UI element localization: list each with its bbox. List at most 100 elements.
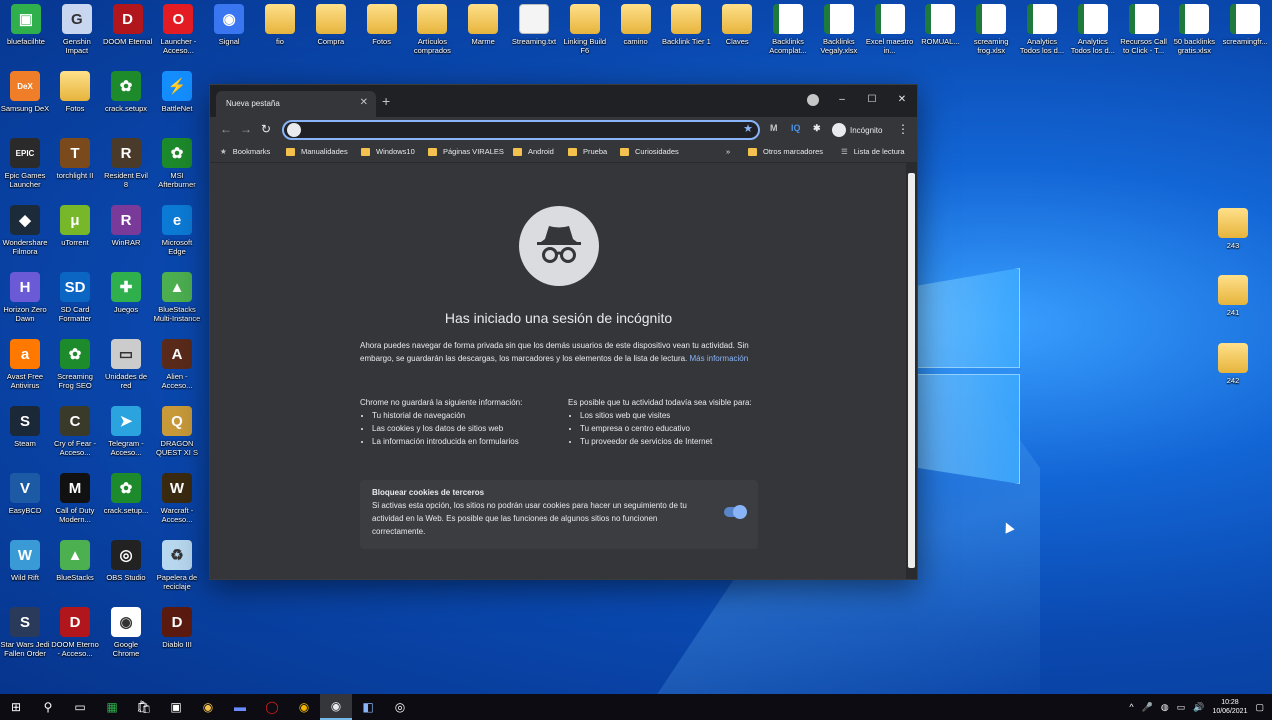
app-taskbar-icon[interactable]: ◧ xyxy=(352,694,384,720)
reload-button[interactable]: ↻ xyxy=(261,122,271,136)
desktop-icon[interactable]: Artículos comprados xyxy=(407,4,457,55)
excel-taskbar-icon[interactable]: ▦ xyxy=(96,694,128,720)
minimize-button[interactable]: – xyxy=(827,94,857,105)
desktop-icon[interactable]: Backlinks Acomplat... xyxy=(763,4,813,55)
desktop-icon[interactable]: e Microsoft Edge xyxy=(152,205,202,256)
desktop-icon[interactable]: M Call of Duty Modern... xyxy=(50,473,100,524)
volume-icon[interactable]: 🔊 xyxy=(1193,702,1204,713)
opera-taskbar-icon[interactable]: ◯ xyxy=(256,694,288,720)
menu-icon[interactable]: ⋮ xyxy=(897,122,909,136)
incognito-profile-button[interactable]: Incógnito xyxy=(830,121,888,139)
address-input[interactable] xyxy=(306,123,726,137)
desktop-icon[interactable]: 50 backlinks gratis.xlsx xyxy=(1169,4,1219,55)
chrome-incognito-taskbar-icon[interactable]: ◉ xyxy=(320,694,352,720)
desktop-icon[interactable]: Analytics Todos los d... xyxy=(1068,4,1118,55)
close-window-button[interactable]: ✕ xyxy=(887,94,917,105)
extension-iq-icon[interactable]: IQ xyxy=(791,123,801,133)
store-taskbar-icon[interactable]: 🛍 xyxy=(128,694,160,720)
desktop-icon[interactable]: S Steam xyxy=(0,406,50,448)
tab-close-icon[interactable]: ✕ xyxy=(360,97,368,108)
desktop-icon[interactable]: D Diablo III xyxy=(152,607,202,649)
desktop-icon[interactable]: Analytics Todos los d... xyxy=(1017,4,1067,55)
desktop-icon[interactable]: ✿ crack.setupx xyxy=(101,71,151,113)
desktop-icon[interactable]: Claves xyxy=(712,4,762,46)
new-tab-button[interactable]: + xyxy=(382,93,390,109)
forward-button[interactable]: → xyxy=(240,122,252,136)
desktop-icon[interactable]: camino xyxy=(611,4,661,46)
bookmark-folder[interactable]: Android xyxy=(513,147,554,156)
desktop-icon[interactable]: D DOOM Eterno - Acceso... xyxy=(50,607,100,658)
search-icon[interactable]: ⚲ xyxy=(32,694,64,720)
desktop-icon[interactable]: ◆ Wondershare Filmora xyxy=(0,205,50,256)
notifications-icon[interactable]: ▢ xyxy=(1255,702,1264,713)
bookmark-star-icon[interactable]: ★ xyxy=(743,122,753,135)
chrome-taskbar-icon[interactable]: ◉ xyxy=(192,694,224,720)
app-taskbar-icon[interactable]: ▣ xyxy=(160,694,192,720)
block-cookies-toggle[interactable] xyxy=(724,505,747,519)
desktop-icon[interactable]: C Cry of Fear - Acceso... xyxy=(50,406,100,457)
desktop-icon[interactable]: a Avast Free Antivirus xyxy=(0,339,50,390)
desktop-icon[interactable]: ▣ bluefacilhte xyxy=(1,4,51,46)
desktop-icon[interactable]: H Horizon Zero Dawn xyxy=(0,272,50,323)
desktop-icon[interactable]: ✿ MSI Afterburner xyxy=(152,138,202,189)
desktop-icon[interactable]: W Warcraft - Acceso... xyxy=(152,473,202,524)
desktop-icon[interactable]: ◉ Signal xyxy=(204,4,254,46)
other-bookmarks[interactable]: Otros marcadores xyxy=(748,147,823,156)
back-button[interactable]: ← xyxy=(220,122,232,136)
network-icon[interactable]: ◍ xyxy=(1161,702,1169,713)
desktop-icon[interactable]: Recursos Call to Click - T... xyxy=(1119,4,1169,55)
chrome-canary-taskbar-icon[interactable]: ◉ xyxy=(288,694,320,720)
bookmark-folder[interactable]: Prueba xyxy=(568,147,607,156)
desktop-icon[interactable]: R WinRAR xyxy=(101,205,151,247)
page-scrollbar[interactable] xyxy=(906,163,917,579)
keyboard-icon[interactable]: ▭ xyxy=(1177,702,1186,713)
bookmarks-overflow-button[interactable]: » xyxy=(726,147,730,156)
tab-new-tab[interactable]: Nueva pestaña ✕ xyxy=(216,91,376,117)
desktop-icon[interactable]: ✿ crack.setup... xyxy=(101,473,151,515)
desktop-icon[interactable]: V EasyBCD xyxy=(0,473,50,515)
desktop-icon[interactable]: S Star Wars Jedi Fallen Order xyxy=(0,607,50,658)
desktop-icon[interactable]: W Wild Rift xyxy=(0,540,50,582)
extensions-puzzle-icon[interactable]: ✱ xyxy=(813,123,821,134)
tray-chevron-icon[interactable]: ^ xyxy=(1129,702,1133,712)
desktop-icon[interactable]: ⚡ BattleNet xyxy=(152,71,202,113)
desktop-icon[interactable]: ROMUAL... xyxy=(915,4,965,46)
address-bar[interactable]: ★ xyxy=(282,120,760,140)
desktop-icon[interactable]: ✚ Juegos xyxy=(101,272,151,314)
reading-list[interactable]: ☰ Lista de lectura xyxy=(841,147,905,156)
desktop-icon[interactable]: DeX Samsung DeX xyxy=(0,71,50,113)
desktop-icon[interactable]: Q DRAGON QUEST XI S xyxy=(152,406,202,457)
microphone-icon[interactable]: 🎤 xyxy=(1142,702,1153,713)
desktop-icon[interactable]: R Resident Evil 8 xyxy=(101,138,151,189)
desktop-icon[interactable]: Excel maestro in... xyxy=(865,4,915,55)
desktop-icon[interactable]: Linking Build F6 xyxy=(560,4,610,55)
desktop-icon[interactable]: Marme xyxy=(458,4,508,46)
desktop-icon[interactable]: D DOOM Eternal xyxy=(103,4,153,46)
desktop-icon[interactable]: G Genshin Impact xyxy=(52,4,102,55)
desktop-icon[interactable]: ▭ Unidades de red xyxy=(101,339,151,390)
desktop-icon[interactable]: Streaming.txt xyxy=(509,4,559,46)
desktop-icon[interactable]: Fotos xyxy=(50,71,100,113)
extension-m-icon[interactable]: M xyxy=(770,123,778,133)
desktop-icon[interactable]: fio xyxy=(255,4,305,46)
desktop-icon[interactable]: ◎ OBS Studio xyxy=(101,540,151,582)
start-button[interactable]: ⊞ xyxy=(0,694,32,720)
desktop-icon[interactable]: ▲ BlueStacks Multi-Instance xyxy=(152,272,202,323)
desktop-icon[interactable]: Fotos xyxy=(357,4,407,46)
desktop-icon[interactable]: ➤ Telegram - Acceso... xyxy=(101,406,151,457)
clock[interactable]: 10:28 10/06/2021 xyxy=(1212,698,1247,716)
more-info-link[interactable]: Más información xyxy=(690,354,749,363)
desktop-icon[interactable]: Compra xyxy=(306,4,356,46)
desktop-icon[interactable]: μ uTorrent xyxy=(50,205,100,247)
maximize-button[interactable]: ☐ xyxy=(857,94,887,105)
desktop-icon[interactable]: Ttorchlight II xyxy=(50,138,100,180)
desktop-icon[interactable]: ✿ Screaming Frog SEO xyxy=(50,339,100,390)
desktop-icon[interactable]: EPIC Epic Games Launcher xyxy=(0,138,50,189)
bookmark-item[interactable]: ★ Bookmarks xyxy=(220,147,270,156)
monitor-taskbar-icon[interactable]: ▬ xyxy=(224,694,256,720)
task-view-icon[interactable]: ▭ xyxy=(64,694,96,720)
desktop-icon[interactable]: O Launcher - Acceso... xyxy=(153,4,203,55)
desktop-icon[interactable]: ▲ BlueStacks xyxy=(50,540,100,582)
bookmark-folder[interactable]: Curiosidades xyxy=(620,147,679,156)
desktop-icon[interactable]: 243 xyxy=(1208,208,1258,250)
